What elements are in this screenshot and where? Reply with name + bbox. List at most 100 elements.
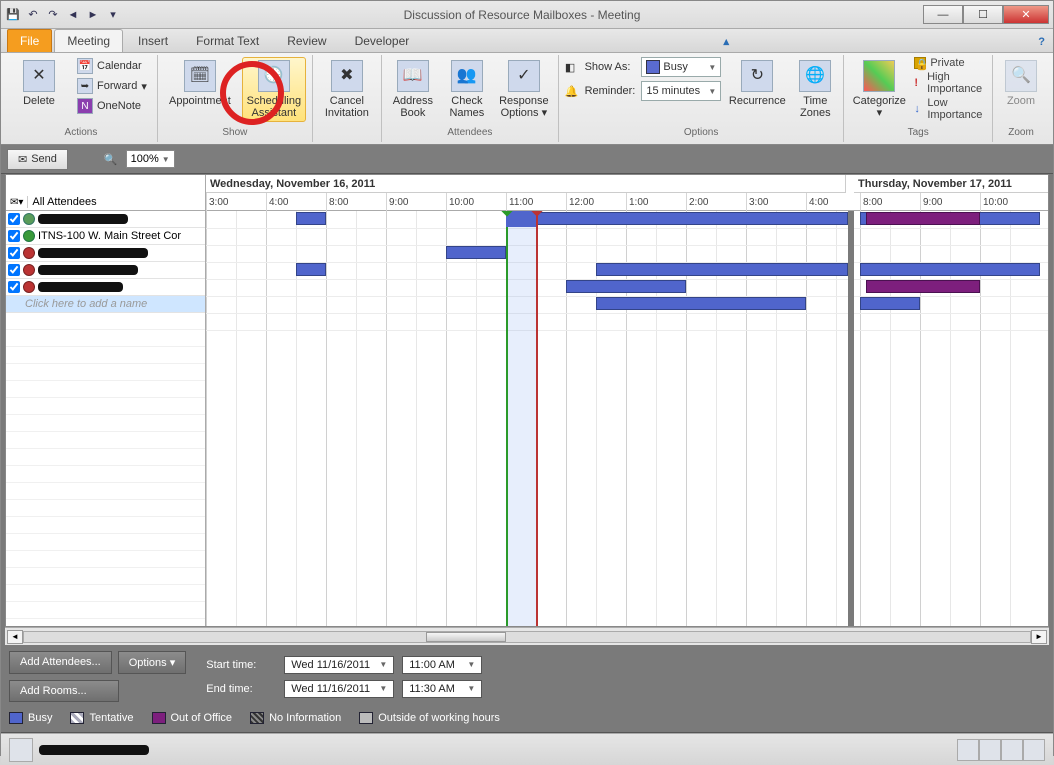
organizer-icon	[23, 213, 35, 225]
show-as-value: Busy	[663, 61, 687, 73]
attendee-row[interactable]	[6, 279, 205, 296]
scroll-right-icon[interactable]: ►	[1031, 630, 1047, 644]
address-book-icon: 📖	[397, 60, 429, 92]
legend-ooo-label: Out of Office	[171, 712, 233, 724]
legend-ooo-swatch	[152, 712, 166, 724]
attendee-avatar[interactable]	[1023, 739, 1045, 761]
tab-format-text[interactable]: Format Text	[183, 29, 272, 52]
hour-labels: 3:00 4:00 8:00 9:00 10:00 11:00 12:00 1:…	[206, 193, 1048, 211]
attendee-avatar[interactable]	[957, 739, 979, 761]
attendee-checkbox[interactable]	[8, 213, 20, 225]
timeline-scrollbar[interactable]: ◄ ►	[5, 627, 1049, 645]
scroll-track[interactable]	[23, 631, 1031, 643]
forward-button[interactable]: ➥Forward ▾	[73, 77, 151, 95]
group-tags-label: Tags	[850, 125, 986, 140]
high-importance-button[interactable]: !High Importance	[914, 71, 986, 95]
qat-more-icon[interactable]: ▾	[105, 7, 121, 23]
add-attendee-row[interactable]: Click here to add a name	[6, 296, 205, 313]
forward-label: Forward	[97, 80, 137, 92]
attendee-avatar[interactable]	[1001, 739, 1023, 761]
recurrence-button[interactable]: ↻ Recurrence	[727, 57, 787, 110]
redo-icon[interactable]: ↷	[45, 7, 61, 23]
tab-file[interactable]: File	[7, 29, 52, 52]
required-icon	[23, 247, 35, 259]
hour-label: 3:00	[206, 193, 228, 211]
add-attendees-button[interactable]: Add Attendees...	[9, 651, 112, 674]
next-icon[interactable]: ►	[85, 7, 101, 23]
reminder-combo[interactable]: 15 minutes▼	[641, 81, 721, 101]
required-icon	[23, 281, 35, 293]
calendar-button[interactable]: 📅Calendar	[73, 57, 151, 75]
private-button[interactable]: 🔒Private	[914, 57, 986, 69]
attendee-checkbox[interactable]	[8, 230, 20, 242]
zoom-value[interactable]: 100%▼	[126, 150, 175, 168]
ribbon-min-icon[interactable]: ▴	[716, 31, 738, 52]
attendee-checkbox[interactable]	[8, 264, 20, 276]
zoom-button[interactable]: 🔍 Zoom	[999, 57, 1043, 110]
scheduling-assistant-button[interactable]: 🕑 Scheduling Assistant	[242, 57, 306, 122]
hour-label: 11:00	[506, 193, 533, 211]
time-zones-button[interactable]: 🌐 Time Zones	[793, 57, 837, 122]
add-rooms-button[interactable]: Add Rooms...	[9, 680, 119, 702]
attendee-checkbox[interactable]	[8, 281, 20, 293]
delete-button[interactable]: ✕ Delete	[11, 57, 67, 110]
tab-review[interactable]: Review	[274, 29, 339, 52]
meeting-selection[interactable]	[506, 211, 536, 626]
end-time-input[interactable]: 11:30 AM▼	[402, 680, 482, 698]
high-importance-icon: !	[914, 77, 923, 89]
cancel-invitation-button[interactable]: ✖ Cancel Invitation	[319, 57, 375, 122]
show-as-combo[interactable]: Busy▼	[641, 57, 721, 77]
status-bar	[1, 733, 1053, 765]
attendee-avatar[interactable]	[979, 739, 1001, 761]
start-time-input[interactable]: 11:00 AM▼	[402, 656, 482, 674]
zoom-mag-icon[interactable]: 🔍	[104, 153, 118, 166]
appointment-button[interactable]: 🗓 Appointment	[164, 57, 236, 110]
save-icon[interactable]: 💾	[5, 7, 21, 23]
start-date-input[interactable]: Wed 11/16/2011▼	[284, 656, 394, 674]
required-icon	[23, 264, 35, 276]
meeting-start-line[interactable]	[506, 211, 508, 626]
scroll-left-icon[interactable]: ◄	[7, 630, 23, 644]
attendee-row[interactable]	[6, 262, 205, 279]
scroll-thumb[interactable]	[426, 632, 506, 642]
categorize-label: Categorize ▾	[853, 95, 906, 119]
options-button[interactable]: Options ▾	[118, 651, 187, 674]
day-divider	[848, 211, 854, 626]
attendee-row[interactable]: ITNS-100 W. Main Street Cor	[6, 228, 205, 245]
check-names-button[interactable]: 👥 Check Names	[444, 57, 490, 122]
group-zoom-label: Zoom	[999, 125, 1043, 140]
current-user-avatar[interactable]	[9, 738, 33, 762]
options-label: Options	[129, 657, 167, 669]
low-importance-icon: ↓	[914, 103, 923, 115]
response-options-button[interactable]: ✓ Response Options ▾	[496, 57, 552, 122]
minimize-button[interactable]: —	[923, 5, 963, 24]
group-cancel: ✖ Cancel Invitation	[313, 55, 382, 142]
categorize-button[interactable]: Categorize ▾	[850, 57, 908, 122]
send-icon: ✉	[18, 153, 27, 166]
send-button[interactable]: ✉Send	[7, 149, 68, 170]
close-button[interactable]: ✕	[1003, 5, 1049, 24]
legend-outside-swatch	[359, 712, 373, 724]
end-date-input[interactable]: Wed 11/16/2011▼	[284, 680, 394, 698]
meeting-end-line[interactable]	[536, 211, 538, 626]
timeline[interactable]: Wednesday, November 16, 2011 Thursday, N…	[206, 175, 1048, 626]
maximize-button[interactable]: ☐	[963, 5, 1003, 24]
show-as-label: Show As:	[585, 61, 636, 73]
busy-block	[596, 263, 848, 276]
reminder-icon: 🔔	[565, 85, 579, 98]
timeline-body[interactable]	[206, 211, 1048, 626]
help-icon[interactable]: ?	[1030, 32, 1053, 52]
busy-block	[296, 263, 326, 276]
tab-developer[interactable]: Developer	[342, 29, 423, 52]
attendee-checkbox[interactable]	[8, 247, 20, 259]
attendee-row[interactable]	[6, 211, 205, 228]
attendee-row[interactable]	[6, 245, 205, 262]
tab-meeting[interactable]: Meeting	[54, 29, 123, 52]
prev-icon[interactable]: ◄	[65, 7, 81, 23]
tab-insert[interactable]: Insert	[125, 29, 181, 52]
onenote-button[interactable]: NOneNote	[73, 97, 151, 115]
low-importance-button[interactable]: ↓Low Importance	[914, 97, 986, 121]
response-options-icon: ✓	[508, 60, 540, 92]
address-book-button[interactable]: 📖 Address Book	[388, 57, 438, 122]
undo-icon[interactable]: ↶	[25, 7, 41, 23]
